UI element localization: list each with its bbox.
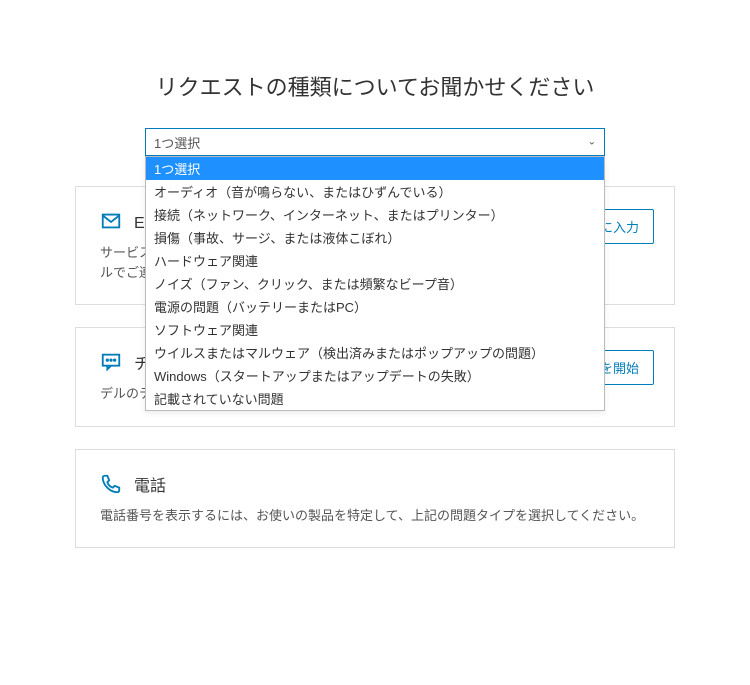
dropdown-option[interactable]: 電源の問題（バッテリーまたはPC）	[146, 295, 604, 318]
phone-card: 電話 電話番号を表示するには、お使いの製品を特定して、上記の問題タイプを選択して…	[75, 449, 675, 549]
select-display[interactable]: 1つ選択 ⌄	[145, 128, 605, 156]
dropdown-option[interactable]: ソフトウェア関連	[146, 318, 604, 341]
email-icon	[100, 210, 122, 232]
dropdown-option[interactable]: ウイルスまたはマルウェア（検出済みまたはポップアップの問題）	[146, 341, 604, 364]
select-dropdown: 1つ選択オーディオ（音が鳴らない、またはひずんでいる）接続（ネットワーク、インタ…	[145, 156, 605, 411]
chevron-down-icon: ⌄	[588, 137, 596, 148]
issue-type-select[interactable]: 1つ選択 ⌄ 1つ選択オーディオ（音が鳴らない、またはひずんでいる）接続（ネット…	[145, 128, 605, 156]
dropdown-option[interactable]: オーディオ（音が鳴らない、またはひずんでいる）	[146, 180, 604, 203]
dropdown-option[interactable]: 記載されていない問題	[146, 387, 604, 410]
chat-icon	[100, 351, 122, 373]
page-title: リクエストの種類についてお聞かせください	[75, 70, 675, 102]
dropdown-option[interactable]: ハードウェア関連	[146, 249, 604, 272]
dropdown-option[interactable]: ノイズ（ファン、クリック、または頻繁なビープ音）	[146, 272, 604, 295]
select-current-value: 1つ選択	[154, 133, 200, 152]
dropdown-option[interactable]: 1つ選択	[146, 157, 604, 180]
dropdown-option[interactable]: Windows（スタートアップまたはアップデートの失敗）	[146, 364, 604, 387]
dropdown-option[interactable]: 接続（ネットワーク、インターネット、またはプリンター）	[146, 203, 604, 226]
phone-desc: 電話番号を表示するには、お使いの製品を特定して、上記の問題タイプを選択してくださ…	[100, 506, 650, 526]
phone-title: 電話	[134, 472, 166, 496]
phone-icon	[100, 473, 122, 495]
dropdown-option[interactable]: 損傷（事故、サージ、または液体こぼれ）	[146, 226, 604, 249]
